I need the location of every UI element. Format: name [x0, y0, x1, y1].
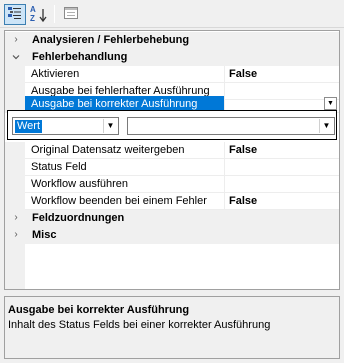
toolbar-separator	[54, 5, 55, 23]
category-label: Misc	[25, 227, 339, 244]
category-label: Fehlerbehandlung	[25, 49, 339, 66]
chevron-down-icon[interactable]: ▼	[103, 119, 117, 133]
sort-alphabetical-button[interactable]: AZ	[28, 4, 50, 25]
property-value-editor: Wert ▼ ▼	[7, 110, 337, 140]
property-row-workflow[interactable]: Workflow ausführen	[5, 176, 339, 193]
property-value[interactable]: False	[224, 66, 339, 83]
chevron-right-icon[interactable]: ›	[11, 230, 21, 240]
category-misc[interactable]: › Misc	[5, 227, 339, 244]
property-name: Original Datensatz weitergeben	[25, 142, 224, 159]
property-value[interactable]: False	[224, 142, 339, 159]
chevron-right-icon[interactable]: ›	[11, 213, 21, 223]
category-label: Analysieren / Fehlerbehebung	[25, 32, 339, 49]
chevron-right-icon[interactable]: ›	[11, 35, 21, 45]
categorized-view-button[interactable]	[4, 4, 26, 25]
description-pane: Ausgabe bei korrekter Ausführung Inhalt …	[4, 296, 340, 359]
chevron-down-icon[interactable]: ▼	[319, 119, 333, 133]
property-row-status[interactable]: Status Feld	[5, 159, 339, 176]
property-name: Workflow beenden bei einem Fehler	[25, 193, 224, 210]
value-type-text: Wert	[15, 120, 43, 133]
property-value[interactable]	[224, 159, 339, 176]
grid-gutter	[5, 244, 25, 289]
description-title: Ausgabe bei korrekter Ausführung	[8, 304, 190, 316]
property-name: Aktivieren	[25, 66, 224, 83]
property-grid: › Analysieren / Fehlerbehebung Fehlerbeh…	[4, 30, 340, 290]
property-pages-button[interactable]	[60, 4, 82, 25]
category-fehlerbehandlung[interactable]: Fehlerbehandlung	[5, 49, 339, 66]
property-row-beenden[interactable]: Workflow beenden bei einem Fehler False	[5, 193, 339, 210]
property-pages-icon	[63, 5, 79, 24]
property-row-aktivieren[interactable]: Aktivieren False	[5, 66, 339, 83]
category-analysieren[interactable]: › Analysieren / Fehlerbehebung	[5, 32, 339, 49]
property-value[interactable]: False	[224, 193, 339, 210]
sort-alphabetical-icon: AZ	[30, 5, 48, 23]
category-feldzuordnungen[interactable]: › Feldzuordnungen	[5, 210, 339, 227]
dropdown-button[interactable]: ▼	[324, 97, 337, 110]
property-name: Status Feld	[25, 159, 224, 176]
value-type-select[interactable]: Wert ▼	[12, 117, 119, 135]
value-select[interactable]: ▼	[127, 117, 335, 135]
property-value[interactable]	[224, 176, 339, 193]
chevron-down-icon[interactable]	[11, 52, 21, 62]
property-name: Workflow ausführen	[25, 176, 224, 193]
property-row-original[interactable]: Original Datensatz weitergeben False	[5, 142, 339, 159]
property-grid-toolbar: AZ	[0, 0, 344, 28]
category-label: Feldzuordnungen	[25, 210, 339, 227]
description-text: Inhalt des Status Felds bei einer korrek…	[8, 319, 271, 331]
categorized-icon	[7, 5, 23, 24]
